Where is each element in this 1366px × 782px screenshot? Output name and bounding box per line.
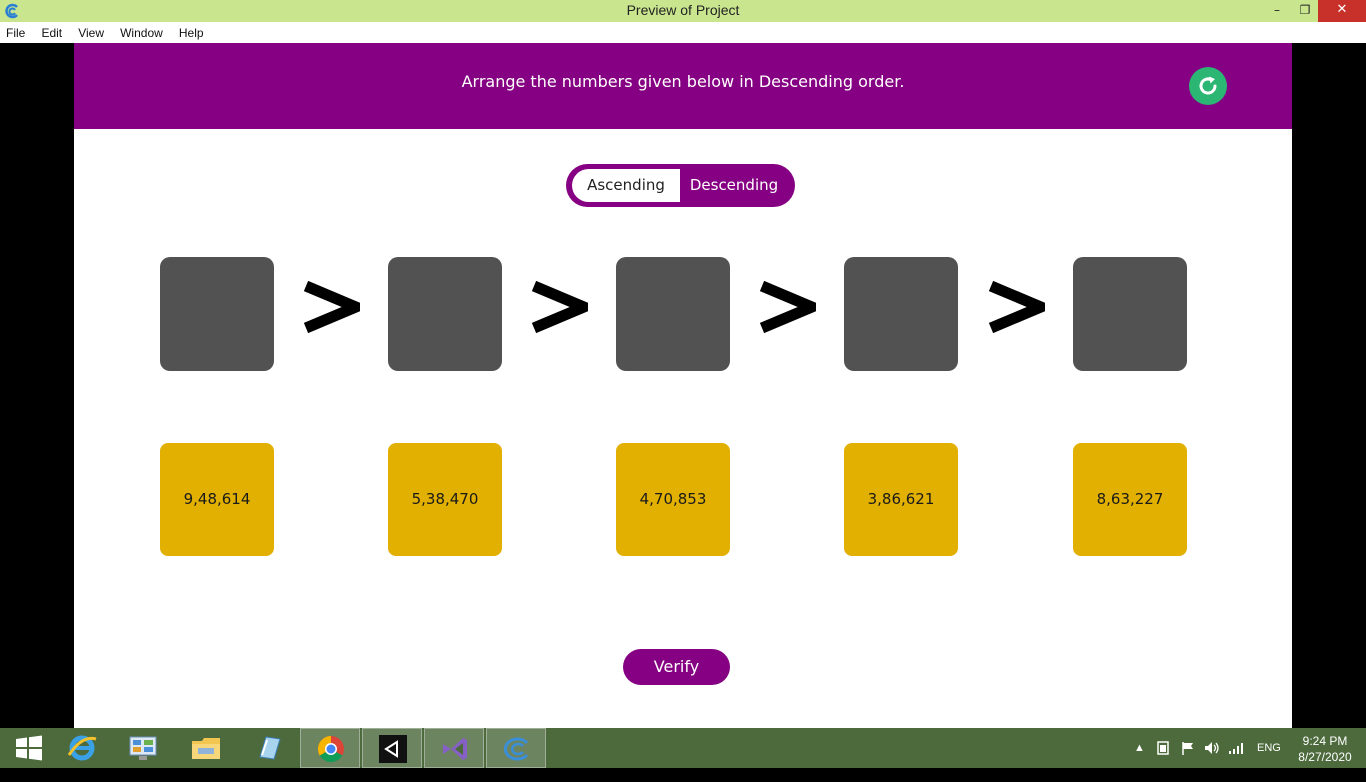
- game-stage: Arrange the numbers given below in Desce…: [74, 43, 1292, 728]
- number-tile-5[interactable]: 8,63,227: [1073, 443, 1187, 556]
- drop-slot-4[interactable]: [844, 257, 958, 371]
- notepad-icon: [259, 736, 281, 760]
- language-indicator[interactable]: ENG: [1257, 742, 1281, 782]
- network-signal-icon[interactable]: [1228, 740, 1246, 756]
- number-tile-2[interactable]: 5,38,470: [388, 443, 502, 556]
- taskbar-notepad[interactable]: [238, 728, 298, 768]
- taskbar-file-explorer[interactable]: [176, 728, 236, 768]
- taskbar-control-panel[interactable]: [114, 728, 174, 768]
- chrome-icon: [317, 735, 344, 763]
- drop-slot-5[interactable]: [1073, 257, 1187, 371]
- taskbar-unity[interactable]: [362, 728, 422, 768]
- toggle-descending[interactable]: Descending: [680, 169, 788, 202]
- menu-file[interactable]: File: [6, 23, 25, 40]
- visual-studio-icon: [443, 738, 467, 760]
- flag-icon[interactable]: [1180, 740, 1196, 756]
- toggle-ascending[interactable]: Ascending: [572, 169, 680, 202]
- instruction-text: Arrange the numbers given below in Desce…: [461, 72, 905, 91]
- taskbar: ▲ ENG 9:24 PM 8/27/2020: [0, 728, 1366, 768]
- clock-date: 8/27/2020: [1298, 750, 1352, 764]
- number-tile-4[interactable]: 3,86,621: [844, 443, 958, 556]
- number-tile-3[interactable]: 4,70,853: [616, 443, 730, 556]
- refresh-icon: [1199, 76, 1217, 95]
- menu-view[interactable]: View: [78, 23, 104, 40]
- taskbar-internet-explorer[interactable]: [52, 728, 112, 768]
- power-icon[interactable]: [1155, 740, 1171, 756]
- drop-slot-1[interactable]: [160, 257, 274, 371]
- minimize-button[interactable]: –: [1264, 0, 1290, 22]
- taskbar-visual-studio[interactable]: [424, 728, 484, 768]
- start-button[interactable]: [0, 728, 60, 768]
- greater-than-icon: [988, 280, 1045, 334]
- control-panel-icon: [129, 736, 157, 760]
- start-icon: [16, 735, 42, 761]
- taskbar-preview-app[interactable]: [486, 728, 546, 768]
- clock-time: 9:24 PM: [1302, 734, 1348, 748]
- number-tile-1[interactable]: 9,48,614: [160, 443, 274, 556]
- clock[interactable]: 9:24 PM 8/27/2020: [1290, 733, 1360, 765]
- unity-icon: [379, 735, 407, 763]
- taskbar-chrome[interactable]: [300, 728, 360, 768]
- volume-icon[interactable]: [1203, 740, 1221, 756]
- maximize-button[interactable]: ❐: [1292, 0, 1318, 22]
- tray-overflow-icon[interactable]: ▲: [1134, 742, 1145, 782]
- internet-explorer-icon: [67, 735, 97, 761]
- drop-slot-3[interactable]: [616, 257, 730, 371]
- menu-edit[interactable]: Edit: [41, 23, 62, 40]
- greater-than-icon: [531, 280, 588, 334]
- drop-slot-2[interactable]: [388, 257, 502, 371]
- menu-bar: File Edit View Window Help: [0, 22, 1366, 43]
- reset-button[interactable]: [1189, 67, 1227, 105]
- title-bar: Preview of Project – ❐ ✕: [0, 0, 1366, 22]
- greater-than-icon: [303, 280, 360, 334]
- instruction-banner: Arrange the numbers given below in Desce…: [74, 43, 1292, 129]
- menu-help[interactable]: Help: [179, 23, 204, 40]
- preview-app-icon: [503, 737, 529, 761]
- close-button[interactable]: ✕: [1318, 0, 1366, 22]
- order-toggle: Ascending Descending: [566, 164, 795, 207]
- menu-window[interactable]: Window: [120, 23, 163, 40]
- greater-than-icon: [759, 280, 816, 334]
- file-explorer-icon: [192, 738, 220, 759]
- window-title: Preview of Project: [626, 2, 740, 18]
- verify-button[interactable]: Verify: [623, 649, 730, 685]
